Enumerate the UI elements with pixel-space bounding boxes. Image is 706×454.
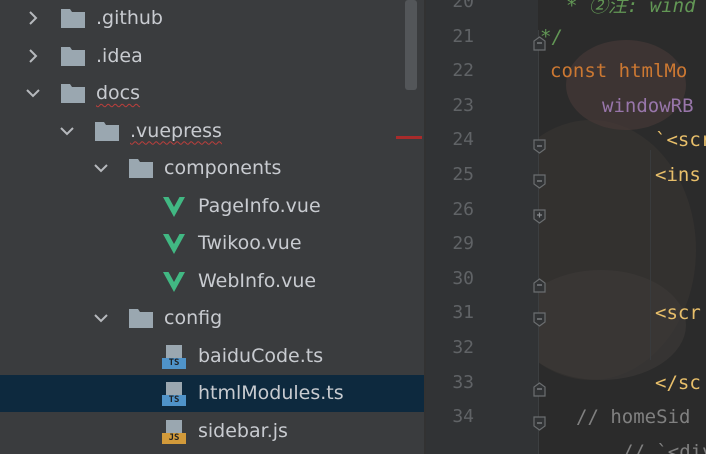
chevron-down-icon[interactable] xyxy=(58,122,76,140)
file-sheet-icon xyxy=(166,419,182,434)
ts-badge: TS xyxy=(162,357,186,369)
line-number: 32 xyxy=(452,337,474,358)
tree-item[interactable]: PageInfo.vue xyxy=(0,188,424,225)
line-number: 24 xyxy=(452,129,474,151)
fold-expand-icon[interactable] xyxy=(533,208,546,224)
project-tree-panel: .github .idea docs .vuepress components PageI… xyxy=(0,0,424,454)
chevron-right-icon[interactable] xyxy=(24,47,42,65)
tree-item[interactable]: config xyxy=(0,300,424,337)
vue-file-icon xyxy=(163,196,185,217)
editor-gutter: 20 21 22 23 24 25 26 29 30 31 32 33 34 xyxy=(426,0,538,454)
line-number: 22 xyxy=(452,60,474,82)
folder-icon xyxy=(129,159,153,178)
tree-item-label: docs xyxy=(96,82,141,104)
chevron-down-icon[interactable] xyxy=(92,309,110,327)
chevron-down-icon[interactable] xyxy=(24,84,42,102)
ts-file-icon: TS xyxy=(162,382,186,406)
line-number: 25 xyxy=(452,164,474,185)
js-badge: JS xyxy=(162,432,186,444)
code-line[interactable]: * ②注: wind xyxy=(566,0,696,18)
fold-marker-icon[interactable] xyxy=(533,416,546,431)
tree-item-label: htmlModules.ts xyxy=(198,382,344,404)
ts-badge: TS xyxy=(162,395,186,406)
tree-item-label: config xyxy=(164,307,223,329)
chevron-right-icon[interactable] xyxy=(24,9,42,27)
tree-item[interactable]: Twikoo.vue xyxy=(0,225,424,262)
tree-item-label: PageInfo.vue xyxy=(198,194,321,217)
fold-marker-icon[interactable] xyxy=(533,381,546,397)
tree-item-label: .idea xyxy=(96,44,143,67)
file-sheet-icon xyxy=(166,382,182,396)
project-tree-scrollbar[interactable] xyxy=(405,0,417,90)
tree-item-label: WebInfo.vue xyxy=(198,269,317,292)
tree-item[interactable]: components xyxy=(0,150,424,187)
code-line[interactable]: `<scr xyxy=(655,129,706,151)
tree-item[interactable]: TS htmlModules.ts xyxy=(0,375,424,412)
fold-marker-icon[interactable] xyxy=(533,312,546,328)
line-number: 29 xyxy=(452,233,474,255)
tree-item[interactable]: .vuepress xyxy=(0,113,424,150)
tree-item[interactable]: .idea xyxy=(0,38,424,75)
fold-marker-icon[interactable] xyxy=(533,278,546,293)
code-line[interactable]: <scr xyxy=(655,302,701,324)
code-line[interactable]: <ins xyxy=(655,164,701,186)
chevron-down-icon[interactable] xyxy=(92,159,110,177)
file-sheet-icon xyxy=(166,344,182,359)
tree-item-label: sidebar.js xyxy=(198,419,288,442)
line-number: 23 xyxy=(452,94,474,116)
code-line[interactable]: const htmlMo xyxy=(550,60,687,82)
js-file-icon: JS xyxy=(162,419,186,444)
tree-item[interactable]: JS sidebar.js xyxy=(0,413,424,450)
vue-file-icon xyxy=(163,271,185,292)
fold-marker-icon[interactable] xyxy=(533,174,546,189)
code-editor[interactable]: 20 21 22 23 24 25 26 29 30 31 32 33 34 * ②注: wind */c… xyxy=(426,0,706,454)
line-number: 21 xyxy=(452,25,474,47)
line-number: 31 xyxy=(452,302,474,324)
tree-item-label: Twikoo.vue xyxy=(198,232,302,254)
folder-icon xyxy=(61,84,85,103)
fold-marker-icon[interactable] xyxy=(533,35,546,51)
error-stripe-marker[interactable] xyxy=(396,136,422,139)
tree-item[interactable]: docs xyxy=(0,75,424,112)
line-number: 26 xyxy=(452,198,474,220)
tree-item-label: .vuepress xyxy=(130,119,222,142)
folder-icon xyxy=(61,9,85,28)
indent-guide xyxy=(650,150,651,360)
code-line[interactable]: </sc xyxy=(655,372,701,394)
folder-icon xyxy=(129,309,153,328)
line-number: 33 xyxy=(452,371,474,393)
line-number: 20 xyxy=(452,0,474,12)
tree-item[interactable]: TS baiduCode.ts xyxy=(0,338,424,375)
tree-item-label: baiduCode.ts xyxy=(198,344,324,367)
vue-file-icon xyxy=(163,234,185,254)
code-line[interactable]: // homeSid xyxy=(576,406,690,428)
ts-file-icon: TS xyxy=(162,344,186,369)
line-number: 34 xyxy=(452,406,474,428)
tree-item[interactable]: .github xyxy=(0,0,424,37)
tree-item-label: components xyxy=(164,157,282,179)
fold-marker-icon[interactable] xyxy=(533,139,546,155)
tree-item-label: .github xyxy=(96,7,163,29)
folder-icon xyxy=(61,46,85,66)
code-line[interactable]: // `<div xyxy=(622,441,706,454)
tree-item[interactable]: WebInfo.vue xyxy=(0,263,424,300)
folder-icon xyxy=(95,121,119,141)
line-number: 30 xyxy=(452,267,474,289)
code-line[interactable]: windowRB xyxy=(602,95,694,117)
